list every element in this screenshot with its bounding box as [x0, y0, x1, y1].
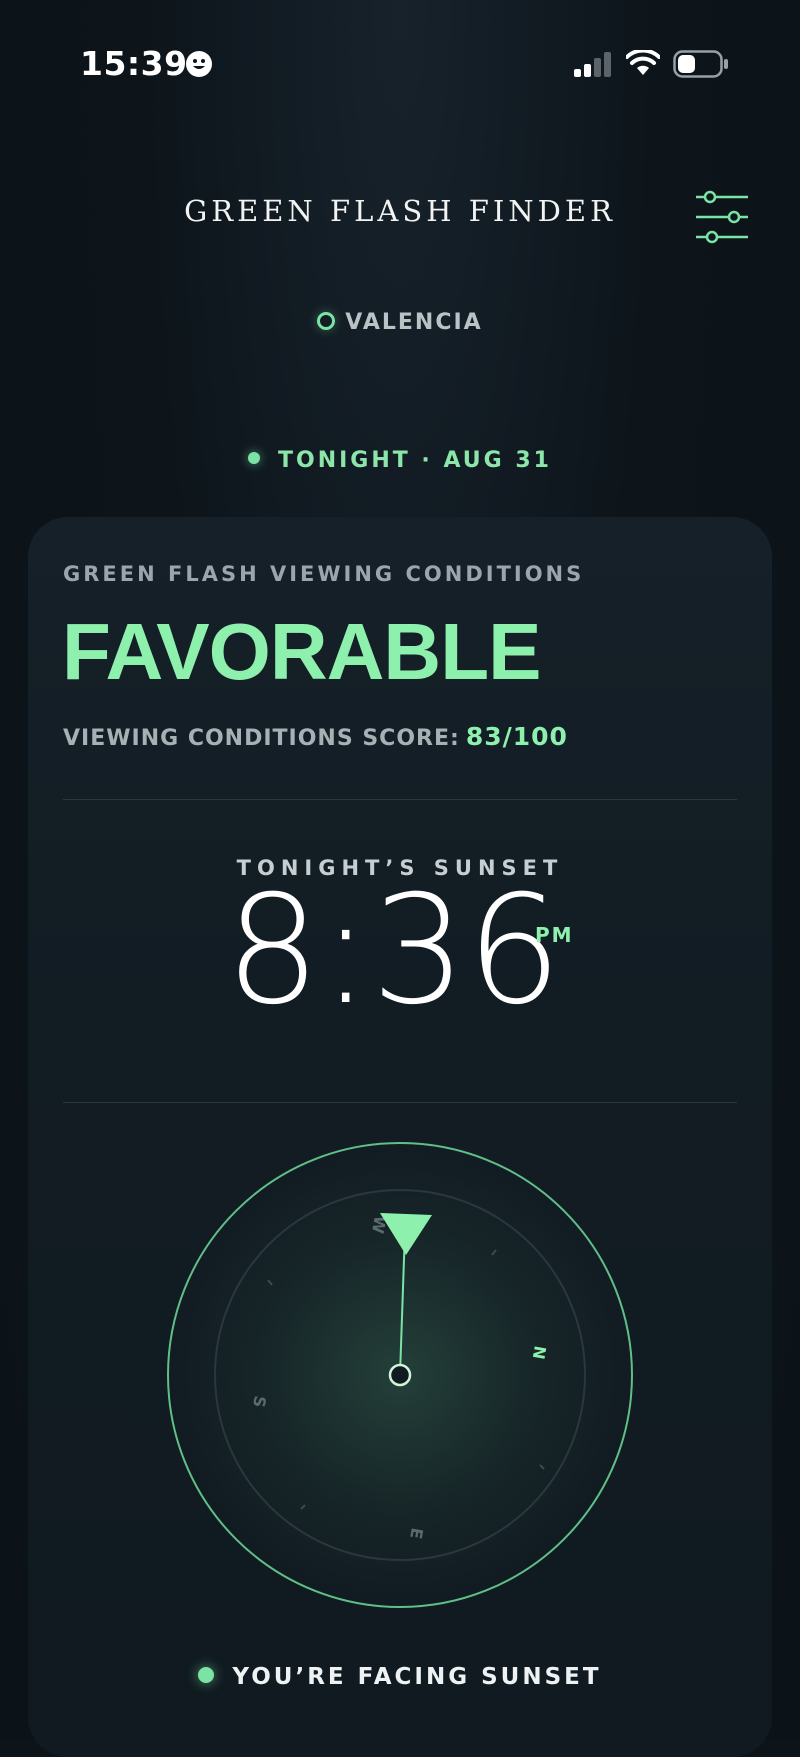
facing-status: YOU’RE FACING SUNSET: [0, 1664, 800, 1690]
score-label: VIEWING CONDITIONS SCORE:: [63, 726, 460, 751]
sunset-ampm: PM: [535, 923, 574, 947]
compass-center: [388, 1363, 412, 1387]
date-label: TONIGHT · AUG 31: [277, 448, 552, 473]
location-name: VALENCIA: [345, 310, 483, 335]
live-dot-icon: [247, 452, 260, 464]
app-title: GREEN FLASH FINDER: [184, 194, 616, 228]
divider: [63, 799, 737, 800]
location-pin-icon: [317, 312, 336, 330]
status-bar: 15:39: [0, 0, 800, 120]
score-value: 83/100: [465, 722, 568, 751]
date-indicator: TONIGHT · AUG 31: [0, 448, 800, 473]
face-icon: [186, 51, 212, 77]
divider: [63, 1102, 737, 1103]
location-selector[interactable]: VALENCIA: [0, 310, 800, 335]
signal-icon: [574, 52, 611, 77]
compass[interactable]: W N E S: [150, 1135, 650, 1635]
wifi-icon: [626, 50, 660, 75]
conditions-score: VIEWING CONDITIONS SCORE: 83/100: [63, 722, 568, 751]
facing-label: YOU’RE FACING SUNSET: [232, 1664, 602, 1690]
conditions-label: GREEN FLASH VIEWING CONDITIONS: [63, 562, 585, 586]
status-time: 15:39: [80, 44, 188, 83]
status-dot-icon: [198, 1666, 215, 1683]
sliders-icon[interactable]: [694, 190, 750, 244]
sunset-time: 8:36: [225, 864, 562, 1038]
conditions-value: FAVORABLE: [62, 607, 541, 696]
battery-icon: [673, 50, 728, 78]
